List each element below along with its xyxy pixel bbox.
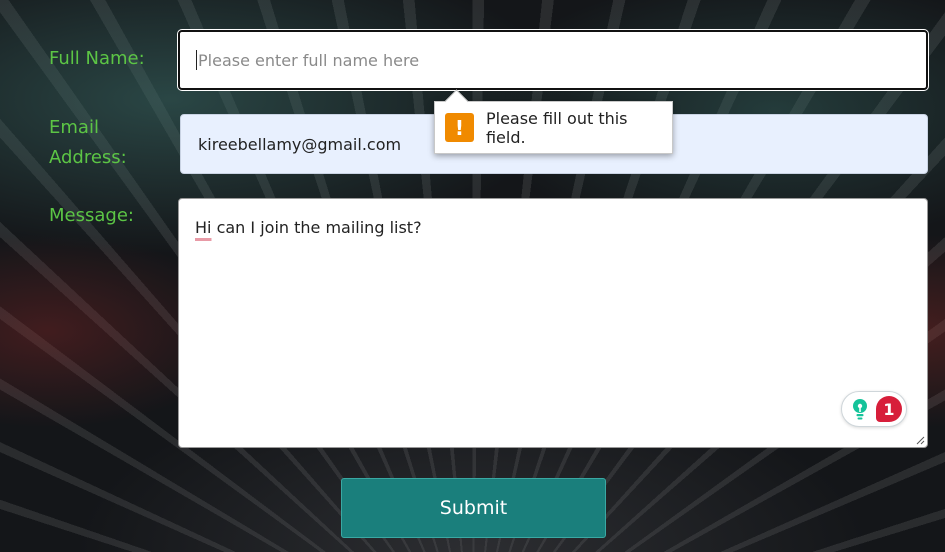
issue-count-badge[interactable]: 1 [876,396,902,422]
email-label-line2: Address: [49,147,127,168]
email-label-line1: Email [49,117,99,138]
grammar-checker-widget[interactable]: 1 [841,391,907,427]
lightbulb-icon [853,399,867,420]
full-name-label: Full Name: [49,48,145,69]
message-label: Message: [49,205,134,226]
text-caret [196,50,197,70]
full-name-placeholder: Please enter full name here [198,50,420,70]
misspelled-word[interactable]: Hi [195,218,211,237]
resize-handle-icon[interactable] [915,435,925,445]
message-rest-text: can I join the mailing list? [211,218,422,237]
validation-tooltip: ! Please fill out this field. [434,89,673,154]
full-name-input[interactable]: Please enter full name here [178,30,928,90]
message-textarea[interactable]: Hi can I join the mailing list? 1 [178,198,928,448]
tooltip-arrow [444,89,469,114]
message-text: Hi can I join the mailing list? [195,217,911,239]
email-value: kireebellamy@gmail.com [198,134,402,154]
submit-button[interactable]: Submit [341,478,606,538]
validation-message: Please fill out this field. [485,108,628,147]
warning-icon: ! [445,113,474,142]
email-address-label: Email Address: [49,113,159,173]
